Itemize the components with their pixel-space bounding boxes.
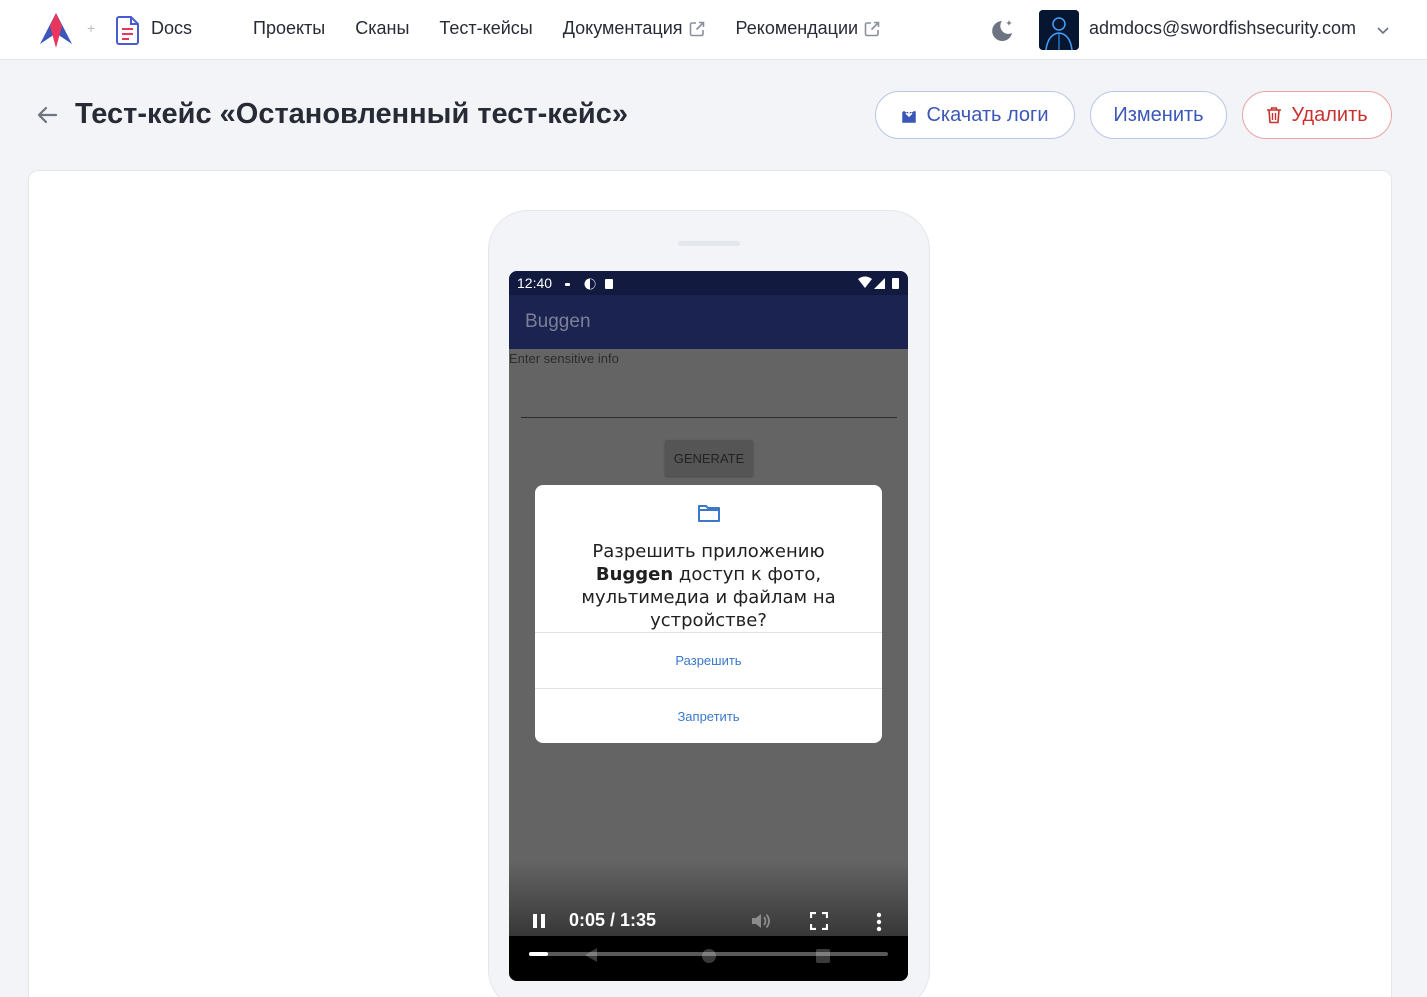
external-link-icon: [864, 21, 880, 36]
user-email[interactable]: admdocs@swordfishsecurity.com: [1089, 18, 1356, 39]
deny-button[interactable]: Запретить: [535, 689, 882, 743]
more-options-icon[interactable]: [872, 911, 886, 933]
dark-mode-toggle-icon[interactable]: [988, 17, 1016, 45]
nav-item-test-cases[interactable]: Тест-кейсы: [439, 18, 532, 39]
generate-label: GENERATE: [673, 450, 745, 466]
phone-speaker: [678, 241, 740, 246]
folder-icon: [698, 505, 720, 522]
android-status-bar: 12:40: [509, 271, 908, 295]
signal-battery-icons: [858, 276, 899, 289]
delete-label: Удалить: [1291, 103, 1368, 126]
fullscreen-icon[interactable]: [810, 912, 828, 930]
plus-separator: +: [87, 20, 96, 36]
nav-item-label: Тест-кейсы: [439, 18, 533, 38]
main-nav: Проекты Сканы Тест-кейсы Документация Ре…: [253, 18, 911, 39]
nav-item-scans[interactable]: Сканы: [355, 18, 409, 39]
sensitive-info-label: Enter sensitive info: [509, 351, 619, 366]
download-icon: [902, 107, 917, 123]
video-progress-fill: [529, 952, 548, 956]
delete-button[interactable]: Удалить: [1242, 91, 1392, 139]
permission-message: Разрешить приложению Buggen доступ к фот…: [551, 540, 866, 632]
pause-icon[interactable]: [531, 913, 547, 929]
logo-icon[interactable]: [36, 10, 76, 50]
nav-item-documentation[interactable]: Документация: [563, 18, 706, 39]
video-progress-bar[interactable]: [529, 952, 888, 956]
app-bar: Buggen: [509, 295, 908, 349]
notification-icons: [565, 278, 613, 290]
back-arrow-icon[interactable]: [36, 104, 58, 126]
download-logs-label: Скачать логи: [926, 103, 1049, 126]
edit-label: Изменить: [1113, 103, 1204, 126]
nav-item-label: Сканы: [355, 18, 410, 38]
trash-icon: [1267, 107, 1282, 124]
generate-button[interactable]: GENERATE: [665, 440, 753, 476]
sensitive-info-input[interactable]: [521, 417, 897, 418]
permission-dialog: Разрешить приложению Buggen доступ к фот…: [535, 485, 882, 743]
docs-label[interactable]: Docs: [151, 18, 192, 39]
external-link-icon: [689, 21, 704, 36]
nav-item-label: Рекомендации: [735, 18, 859, 38]
edit-button[interactable]: Изменить: [1090, 91, 1227, 139]
user-silhouette-icon: [1039, 10, 1079, 50]
status-time: 12:40: [517, 275, 553, 291]
avatar[interactable]: [1039, 10, 1079, 50]
permission-app-name: Buggen: [595, 564, 674, 585]
deny-label: Запретить: [677, 709, 740, 724]
page-title: Тест-кейс «Остановленный тест-кейс»: [75, 98, 628, 130]
permission-text-before: Разрешить приложению: [592, 541, 825, 562]
chevron-down-icon[interactable]: [1375, 22, 1391, 38]
top-navigation-bar: + Docs Проекты Сканы Тест-кейсы Документ…: [0, 0, 1427, 60]
allow-label: Разрешить: [675, 653, 742, 668]
video-controls: 0:05 / 1:35: [509, 901, 908, 941]
nav-item-projects[interactable]: Проекты: [253, 18, 325, 39]
download-logs-button[interactable]: Скачать логи: [875, 91, 1075, 139]
volume-icon[interactable]: [749, 910, 771, 932]
app-title: Buggen: [525, 311, 591, 332]
device-screen-video[interactable]: 12:40 Buggen Enter sensitive info GENERA…: [509, 271, 908, 981]
document-icon[interactable]: [115, 15, 141, 45]
nav-item-recommendations[interactable]: Рекомендации: [736, 18, 882, 39]
nav-item-label: Документация: [562, 18, 683, 38]
nav-item-label: Проекты: [253, 18, 326, 38]
video-time: 0:05 / 1:35: [569, 910, 657, 930]
allow-button[interactable]: Разрешить: [535, 633, 882, 688]
